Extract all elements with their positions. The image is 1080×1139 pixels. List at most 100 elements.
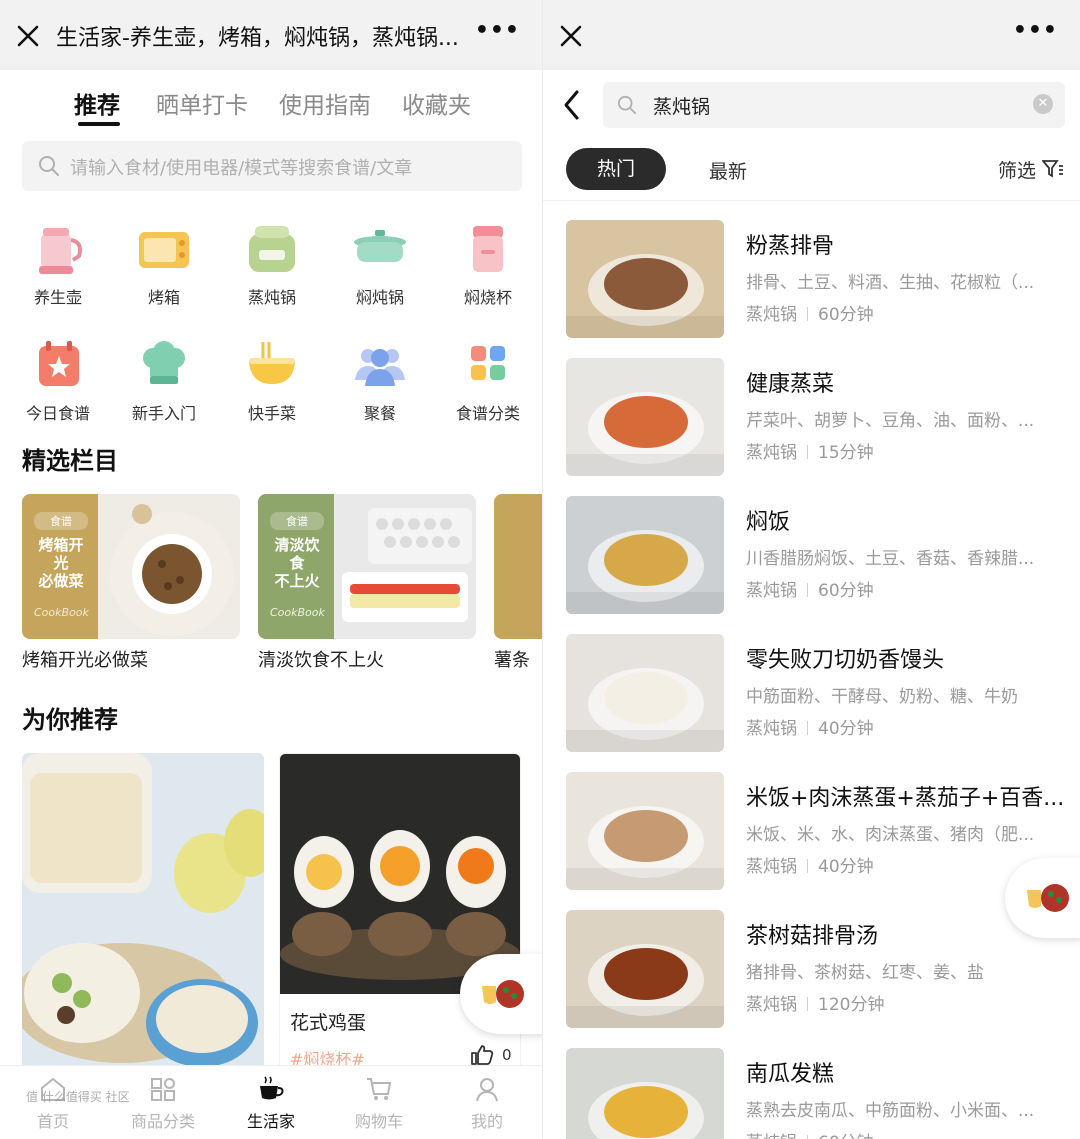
recipe-appliance: 蒸炖锅 [746, 995, 797, 1015]
recipe-thumbnail [566, 220, 724, 338]
category-stew-pot[interactable]: 焖炖锅 [330, 220, 430, 308]
featured-caption: 清淡饮食不上火 [258, 650, 384, 671]
recipe-ingredients: 排骨、土豆、料酒、生抽、花椒粒（... [746, 273, 1035, 293]
recipe-item[interactable]: 粉蒸排骨 排骨、土豆、料酒、生抽、花椒粒（... 蒸炖锅 60分钟 [566, 220, 1066, 338]
recommend-image [22, 753, 264, 1073]
meta-separator [807, 445, 808, 459]
category-label: 养生壶 [33, 288, 82, 307]
window-title: 生活家-养生壶，烤箱，焖炖锅，蒸炖锅... [56, 26, 459, 51]
filter-funnel-icon [1041, 160, 1063, 178]
featured-overlay-line: 必做菜 [38, 572, 84, 590]
back-arrow-icon[interactable] [561, 88, 583, 122]
recipe-item[interactable]: 米饭+肉沫蒸蛋+蒸茄子+百香... 米饭、米、水、肉沫蒸蛋、猪肉（肥... 蒸炖锅 4… [566, 772, 1066, 890]
category-label: 聚餐 [363, 404, 396, 423]
recipe-appliance: 蒸炖锅 [746, 1133, 797, 1139]
recipe-item[interactable]: 零失败刀切奶香馒头 中筋面粉、干酵母、奶粉、糖、牛奶 蒸炖锅 40分钟 [566, 634, 1066, 752]
nav-cart[interactable]: 购物车 [334, 1076, 424, 1132]
recipe-meta: 蒸炖锅 60分钟 [746, 300, 874, 325]
recommend-card-title: 花式鸡蛋 [290, 1012, 367, 1034]
floating-assistant-button[interactable] [1005, 858, 1080, 938]
recipe-time: 40分钟 [818, 857, 874, 877]
category-gathering[interactable]: 聚餐 [330, 336, 430, 424]
featured-overlay-line: 清淡饮食 [274, 536, 320, 572]
nav-label: 购物车 [354, 1112, 403, 1131]
featured-badge: 食谱 [34, 512, 88, 530]
category-oven[interactable]: 烤箱 [114, 220, 214, 308]
group-icon [351, 336, 409, 394]
category-label: 新手入门 [131, 404, 196, 423]
meta-separator [807, 1135, 808, 1139]
nav-label: 首页 [36, 1112, 69, 1131]
recommend-section-title: 为你推荐 [22, 706, 118, 734]
recipe-time: 60分钟 [818, 1133, 874, 1139]
meta-separator [807, 307, 808, 321]
featured-card[interactable]: 食谱 清淡饮食 不上火 CookBook [258, 494, 476, 639]
recipe-meta: 蒸炖锅 120分钟 [746, 990, 884, 1015]
search-placeholder: 请输入食材/使用电器/模式等搜索食谱/文章 [70, 158, 413, 179]
search-input[interactable]: 请输入食材/使用电器/模式等搜索食谱/文章 [22, 141, 522, 191]
recipe-title: 零失败刀切奶香馒头 [746, 648, 945, 673]
recommend-card[interactable] [22, 753, 264, 1073]
nav-profile[interactable]: 我的 [442, 1076, 532, 1132]
featured-card-partial[interactable] [494, 494, 542, 639]
recipe-thumbnail [566, 496, 724, 614]
category-today-recipe[interactable]: 今日食谱 [8, 336, 108, 424]
tab-favorites[interactable]: 收藏夹 [402, 86, 471, 120]
tab-checkin[interactable]: 晒单打卡 [156, 86, 248, 120]
category-food-jar[interactable]: 焖烧杯 [438, 220, 538, 308]
category-label: 焖烧杯 [463, 288, 512, 307]
left-panel: 生活家-养生壶，烤箱，焖炖锅，蒸炖锅... ••• 推荐 晒单打卡 使用指南 收… [0, 0, 542, 1139]
recipe-meta: 蒸炖锅 60分钟 [746, 1128, 874, 1139]
tab-guide[interactable]: 使用指南 [279, 86, 371, 120]
filter-newest-button[interactable]: 最新 [709, 157, 747, 184]
more-options-icon[interactable]: ••• [1013, 18, 1058, 43]
floating-assistant-button[interactable] [460, 954, 542, 1034]
tab-recommend[interactable]: 推荐 [74, 86, 120, 120]
nav-label: 我的 [470, 1112, 503, 1131]
close-icon[interactable] [14, 22, 42, 50]
category-steamer[interactable]: 蒸炖锅 [222, 220, 322, 308]
recipe-thumbnail [566, 910, 724, 1028]
steamer-icon [243, 220, 301, 278]
category-beginner[interactable]: 新手入门 [114, 336, 214, 424]
nav-label: 商品分类 [130, 1112, 195, 1131]
health-kettle-icon [29, 220, 87, 278]
search-icon [617, 95, 637, 115]
recipe-thumbnail [566, 634, 724, 752]
close-icon[interactable] [557, 22, 585, 50]
nav-life-home[interactable]: 生活家 [226, 1076, 316, 1132]
recipe-title: 健康蒸菜 [746, 372, 835, 397]
filter-button[interactable]: 筛选 [998, 156, 1064, 183]
nav-category[interactable]: 商品分类 [118, 1076, 208, 1132]
recipe-ingredients: 蒸熟去皮南瓜、中筋面粉、小米面、... [746, 1101, 1035, 1121]
nav-label: 生活家 [246, 1112, 295, 1131]
category-quick-dish[interactable]: 快手菜 [222, 336, 322, 424]
grid-icon [459, 336, 517, 394]
recipe-title: 南瓜发糕 [746, 1062, 835, 1087]
featured-script: CookBook [270, 606, 325, 619]
filter-hot-button[interactable]: 热门 [566, 148, 666, 190]
featured-card[interactable]: 食谱 烤箱开光 必做菜 CookBook [22, 494, 240, 639]
assistant-mascot-icon [482, 980, 524, 1008]
more-options-icon[interactable]: ••• [475, 18, 520, 43]
search-input[interactable]: 蒸炖锅 ✕ [603, 82, 1065, 128]
like-icon[interactable] [470, 1044, 494, 1066]
category-health-kettle[interactable]: 养生壶 [8, 220, 108, 308]
featured-overlay-line: 不上火 [274, 572, 320, 590]
recipe-thumbnail [566, 772, 724, 890]
category-recipe-classify[interactable]: 食谱分类 [438, 336, 538, 424]
recipe-item[interactable]: 茶树菇排骨汤 猪排骨、茶树菇、红枣、姜、盐 蒸炖锅 120分钟 [566, 910, 1066, 1028]
recipe-item[interactable]: 焖饭 川香腊肠焖饭、土豆、香菇、香辣腊... 蒸炖锅 60分钟 [566, 496, 1066, 614]
featured-badge: 食谱 [270, 512, 324, 530]
bottom-navigation: 首页 商品分类 生活家 购物车 我的 值 什么值得买 社区 [0, 1065, 542, 1139]
clear-search-icon[interactable]: ✕ [1033, 94, 1053, 114]
recipe-thumbnail [566, 1048, 724, 1139]
recipe-ingredients: 米饭、米、水、肉沫蒸蛋、猪肉（肥... [746, 825, 1035, 845]
category-label: 快手菜 [247, 404, 296, 423]
meta-separator [807, 859, 808, 873]
recipe-item[interactable]: 健康蒸菜 芹菜叶、胡萝卜、豆角、油、面粉、... 蒸炖锅 15分钟 [566, 358, 1066, 476]
food-jar-icon [459, 220, 517, 278]
meta-separator [807, 721, 808, 735]
watermark: 值 什么值得买 社区 [26, 1090, 130, 1104]
recipe-item[interactable]: 南瓜发糕蒸熟去皮南瓜、中筋面粉、小米面、... 蒸炖锅 60分钟 [566, 1048, 1066, 1139]
